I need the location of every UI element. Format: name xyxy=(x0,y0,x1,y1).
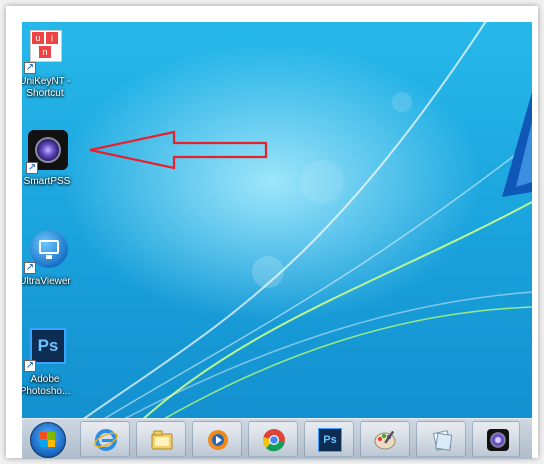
chrome-icon xyxy=(262,429,285,452)
taskbar-smartpss[interactable] xyxy=(472,421,520,457)
media-player-icon xyxy=(208,430,228,450)
unikey-letter-n: n xyxy=(39,46,51,58)
wallpaper-streaks xyxy=(81,22,532,420)
shortcut-arrow-icon: ↗ xyxy=(26,162,38,174)
taskbar-media-player[interactable] xyxy=(192,421,242,457)
icon-label: SmartPSS xyxy=(23,176,71,187)
icon-label: Adobe xyxy=(30,374,60,385)
taskbar-document[interactable] xyxy=(416,421,466,457)
start-button[interactable] xyxy=(30,422,66,458)
taskbar-photoshop[interactable]: Ps xyxy=(304,421,354,457)
desktop[interactable]: u i n ↗ UniKeyNT - Shortcut ↗ SmartPSS ↗… xyxy=(22,22,532,420)
folder-icon xyxy=(151,430,173,450)
document-icon xyxy=(432,430,453,451)
shortcut-arrow-icon: ↗ xyxy=(24,62,36,74)
internet-explorer-icon xyxy=(94,429,118,451)
ps-logo: Ps xyxy=(30,328,66,364)
icon-label: UniKeyNT - xyxy=(22,76,71,87)
smartpss-taskbar-icon xyxy=(487,429,509,451)
ultraviewer-icon: ↗ xyxy=(22,228,68,274)
desktop-icon-ultraviewer[interactable]: ↗ UltraViewer xyxy=(22,228,76,288)
taskbar-paint[interactable] xyxy=(360,421,410,457)
icon-label: UltraViewer xyxy=(22,276,71,287)
unikey-letter-i: i xyxy=(46,32,58,44)
taskbar-file-explorer[interactable] xyxy=(136,421,186,457)
unikey-letter-u: u xyxy=(32,32,44,44)
desktop-icon-smartpss[interactable]: ↗ SmartPSS xyxy=(22,128,78,188)
icon-label-line2: Photosho... xyxy=(22,386,71,397)
shortcut-arrow-icon: ↗ xyxy=(24,360,36,372)
photoshop-icon: Ps ↗ xyxy=(22,326,68,372)
shortcut-arrow-icon: ↗ xyxy=(24,262,36,274)
desktop-icon-photoshop[interactable]: Ps ↗ Adobe Photosho... xyxy=(22,326,76,398)
red-arrow-annotation xyxy=(89,130,268,170)
desktop-icon-unikey[interactable]: u i n ↗ UniKeyNT - Shortcut xyxy=(22,28,76,100)
icon-label-line2: Shortcut xyxy=(26,88,64,99)
photoshop-taskbar-icon: Ps xyxy=(318,428,342,452)
unikey-icon: u i n ↗ xyxy=(22,28,68,74)
taskbar-chrome[interactable] xyxy=(248,421,298,457)
taskbar: Ps xyxy=(22,418,532,459)
paint-palette-icon xyxy=(374,430,396,450)
taskbar-internet-explorer[interactable] xyxy=(80,421,130,457)
smartpss-icon: ↗ xyxy=(24,128,70,174)
windows-logo-icon xyxy=(40,432,56,448)
